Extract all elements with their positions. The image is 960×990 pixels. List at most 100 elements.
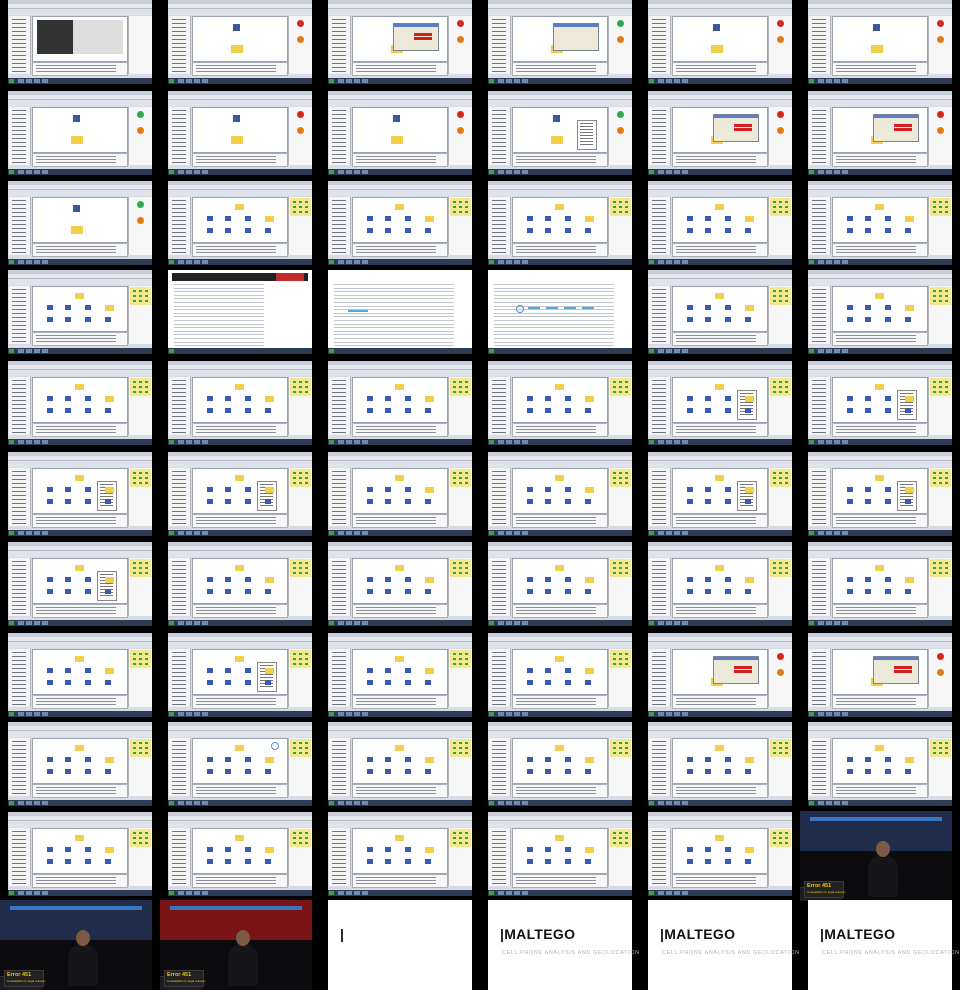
palette-item [492,668,506,669]
palette-item [492,684,506,685]
palette-pane [489,738,511,796]
root-entity-icon [235,745,244,751]
output-line [836,607,916,608]
palette-item [492,35,506,36]
palette-item [812,162,826,163]
palette-item [812,757,826,758]
phone-entity-icon [565,847,571,852]
output-line [356,162,436,163]
phone-entity-icon [885,499,891,504]
mini-entity-icon [459,386,462,388]
palette-item [812,388,826,389]
mini-entity-icon [305,211,308,213]
start-button [489,531,494,535]
phone-entity-icon [565,589,571,594]
palette-pane [649,286,671,344]
taskbar-app [842,801,848,805]
palette-item [652,313,666,314]
taskbar-app [842,440,848,444]
mini-entity-icon [453,211,456,213]
facebook-entity-icon [73,115,80,122]
property-pane [768,286,792,344]
mini-entity-icon [773,742,776,744]
output-line [356,249,436,250]
start-button [489,801,494,805]
mini-entity-icon [139,658,142,660]
speaker-head [876,841,891,857]
palette-item [492,71,506,72]
mini-entity-icon [145,477,148,479]
palette-pane [169,828,191,886]
output-pane [32,874,128,888]
taskbar-app [666,891,672,895]
phone-entity-icon [745,499,751,504]
taskbar [168,348,312,354]
phone-entity-icon [745,487,754,493]
mini-entity-icon [625,482,628,484]
mini-entity-icon [785,562,788,564]
palette-item [12,793,26,794]
palette-pane [809,16,831,74]
mini-entity-icon [139,295,142,297]
phone-entity-icon [245,769,251,774]
taskbar [488,439,632,445]
palette-item [172,220,186,221]
mini-entity-icon [453,201,456,203]
mini-entity-icon [465,472,468,474]
phone-entity-icon [105,589,111,594]
taskbar [328,169,472,175]
palette-item [172,236,186,237]
property-pane [608,558,632,616]
taskbar [808,439,952,445]
mini-entity-icon [785,201,788,203]
output-line [516,793,596,794]
output-pane [672,332,768,346]
table-row [334,305,454,307]
taskbar-app [42,79,48,83]
output-line [676,65,756,66]
mini-entity-icon [933,477,936,479]
screenshot-tile [8,633,152,717]
taskbar-app [338,260,344,264]
start-button [9,260,14,264]
mini-entity-icon [133,290,136,292]
palette-item [492,680,506,681]
taskbar [488,890,632,896]
palette-item [12,228,26,229]
palette-item [12,589,26,590]
output-line [36,252,116,253]
toolbar [168,100,312,106]
toolbar [8,370,152,376]
phone-entity-icon [245,859,251,864]
mini-entity-icon [293,206,296,208]
mini-entity-icon [945,747,948,749]
toolbar [648,461,792,467]
output-line [836,517,916,518]
graph-canvas [352,16,448,62]
mini-entity-icon [773,572,776,574]
mini-entity-icon [459,482,462,484]
mini-entity-icon [305,837,308,839]
palette-item [652,39,666,40]
palette-item [492,745,506,746]
output-line [196,252,276,253]
start-button [329,440,334,444]
phone-entity-icon [687,487,693,492]
property-pane [128,738,152,796]
graph-canvas [352,828,448,874]
mini-entity-icon [613,201,616,203]
taskbar-app [506,712,512,716]
palette-item [332,228,346,229]
table-row [334,341,454,343]
phone-entity-icon [847,305,853,310]
mini-entity-icon [293,837,296,839]
phone-entity-icon [65,305,71,310]
palette-item [652,55,666,56]
palette-item [332,63,346,64]
palette-item [812,321,826,322]
context-menu-item [100,493,113,494]
mini-entity-icon [773,201,776,203]
output-line [36,159,116,160]
phone-entity-icon [405,216,411,221]
mini-entity-icon [305,482,308,484]
